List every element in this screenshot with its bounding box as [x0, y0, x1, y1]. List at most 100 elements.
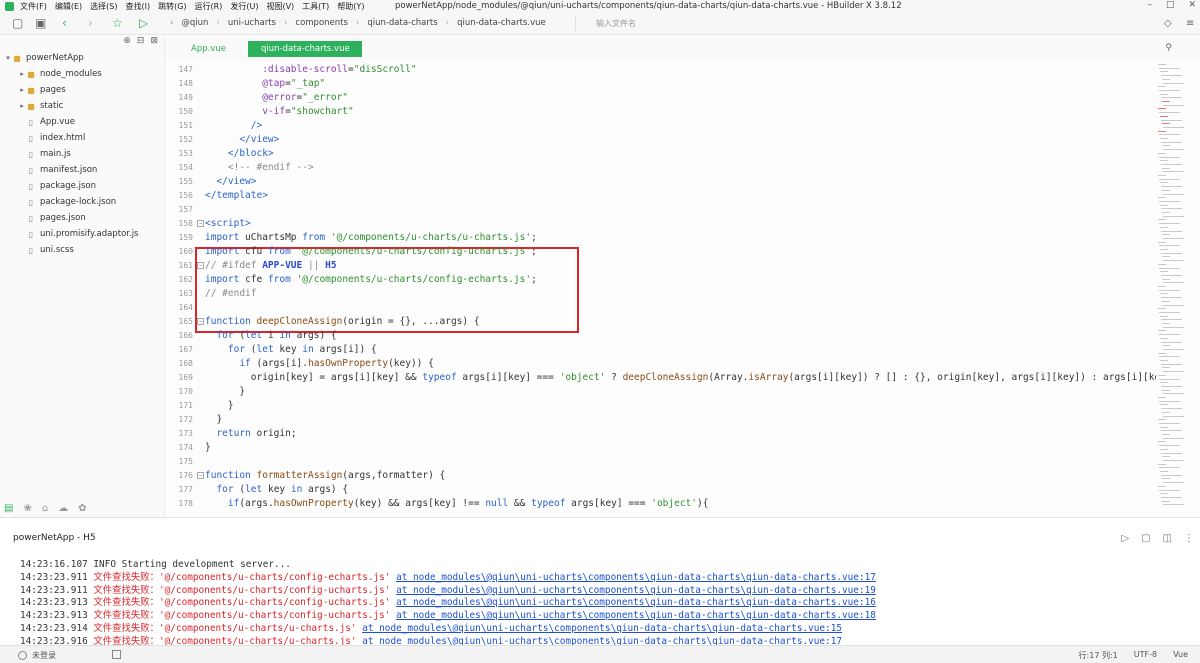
save-icon[interactable]: ▣: [35, 17, 46, 30]
tree-item[interactable]: ▾ ■ powerNetApp: [0, 50, 165, 66]
tree-item[interactable]: ▯ package-lock.json: [0, 194, 165, 210]
code-area[interactable]: 147 :disable-scroll="disScroll" 148 @tap=…: [166, 63, 1156, 517]
chevron-icon[interactable]: ▾: [4, 54, 12, 62]
minimap-line: [1158, 175, 1166, 176]
tree-item[interactable]: ▸ ■ node_modules: [0, 66, 165, 82]
tree-item[interactable]: ▯ package.json: [0, 178, 165, 194]
breadcrumb-item[interactable]: @qiun: [181, 18, 208, 28]
forward-icon[interactable]: ›: [88, 17, 93, 30]
file-encoding[interactable]: UTF-8: [1134, 650, 1157, 661]
breadcrumb-back-icon[interactable]: ‹: [170, 18, 173, 28]
tree-item-label: powerNetApp: [26, 53, 84, 63]
cursor-position[interactable]: 行:17 列:1: [1079, 650, 1118, 661]
code-line: 147 :disable-scroll="disScroll": [166, 63, 1156, 77]
tree-item[interactable]: ▯ manifest.json: [0, 162, 165, 178]
favorite-star-icon[interactable]: ☆: [112, 17, 123, 30]
chevron-icon[interactable]: ▸: [18, 102, 26, 110]
minimap-line: [1162, 278, 1170, 280]
log-source-link[interactable]: at node_modules\@qiun\uni-ucharts\compon…: [396, 610, 876, 621]
fold-toggle-icon[interactable]: −: [197, 318, 204, 325]
clear-console-icon[interactable]: ▢: [1141, 533, 1150, 544]
minimap[interactable]: [1158, 64, 1194, 514]
collapse-icon[interactable]: ⊟: [137, 36, 145, 46]
folder-icon[interactable]: ▤: [4, 503, 13, 514]
menu-item[interactable]: 编辑(E): [55, 1, 82, 12]
login-status[interactable]: 未登录: [18, 650, 56, 661]
tree-item[interactable]: ▸ ■ pages: [0, 82, 165, 98]
log-source-link[interactable]: at node_modules\@qiun\uni-ucharts\compon…: [396, 597, 876, 608]
fold-toggle-icon[interactable]: −: [197, 472, 204, 479]
code-line: 170 }: [166, 385, 1156, 399]
tab-qiun-data-charts-vue[interactable]: qiun-data-charts.vue: [248, 41, 362, 57]
chevron-icon[interactable]: ▸: [18, 70, 26, 78]
close-icon[interactable]: ✕: [1188, 0, 1196, 10]
log-source-link[interactable]: at node_modules\@qiun\uni-ucharts\compon…: [396, 585, 876, 596]
menu-item[interactable]: 运行(R): [195, 1, 223, 12]
line-number: 151: [178, 121, 193, 130]
tree-item[interactable]: ▯ main.js: [0, 146, 165, 162]
breadcrumb-item[interactable]: uni-ucharts: [228, 18, 276, 28]
menu-item[interactable]: 帮助(Y): [337, 1, 364, 12]
file-icon: ▯: [28, 117, 34, 127]
run-icon[interactable]: ▷: [139, 17, 148, 30]
tree-item[interactable]: ▯ pages.json: [0, 210, 165, 226]
breadcrumb-item[interactable]: components: [295, 18, 348, 28]
tree-item[interactable]: ▯ uni.scss: [0, 242, 165, 258]
close-panel-icon[interactable]: ⊠: [150, 36, 158, 46]
log-source-link[interactable]: at node_modules\@qiun\uni-ucharts\compon…: [362, 623, 842, 634]
minimize-icon[interactable]: –: [1147, 0, 1152, 10]
menu-item[interactable]: 工具(T): [302, 1, 329, 12]
line-number: 159: [178, 233, 193, 242]
line-number: 157: [178, 205, 193, 214]
maximize-icon[interactable]: □: [1166, 0, 1175, 10]
menu-item[interactable]: 发行(U): [230, 1, 258, 12]
breadcrumb-item[interactable]: qiun-data-charts: [367, 18, 437, 28]
breadcrumb-item[interactable]: qiun-data-charts.vue: [457, 18, 546, 28]
tree-item[interactable]: ▸ ■ static: [0, 98, 165, 114]
menu-item[interactable]: 选择(S): [90, 1, 117, 12]
locate-icon[interactable]: ⊕: [123, 36, 131, 46]
chevron-icon[interactable]: ▸: [18, 86, 26, 94]
window-controls: – □ ✕: [1147, 0, 1196, 10]
code-token: </view>: [239, 134, 280, 145]
restart-icon[interactable]: ▷: [1121, 533, 1129, 544]
filter-icon[interactable]: ⚲: [1165, 43, 1172, 53]
tree-item[interactable]: ▯ App.vue: [0, 114, 165, 130]
file-search-input[interactable]: [575, 16, 975, 31]
fold-toggle-icon[interactable]: −: [197, 262, 204, 269]
code-line: 163 // #endif: [166, 287, 1156, 301]
code-token: origin[key] = args[i][key] &&: [205, 372, 423, 383]
menu-item[interactable]: 跳转(G): [158, 1, 186, 12]
bell-icon[interactable]: ◇: [1164, 17, 1172, 30]
panel-toggle-icon[interactable]: [112, 650, 121, 659]
fold-toggle-icon[interactable]: −: [197, 220, 204, 227]
code-line: 152 </view>: [166, 133, 1156, 147]
file-language[interactable]: Vue: [1173, 650, 1188, 661]
cloud-icon[interactable]: ☁: [58, 503, 68, 514]
tab-app-vue[interactable]: App.vue: [178, 41, 239, 57]
home-icon[interactable]: ⌂: [42, 503, 48, 514]
menu-item[interactable]: 视图(V): [266, 1, 294, 12]
minimap-line: [1158, 197, 1166, 199]
tree-item-label: uni.promisify.adaptor.js: [40, 229, 139, 239]
minimap-line: [1159, 334, 1180, 336]
code-text: for (let key in args[i]) {: [205, 343, 377, 357]
minimap-line: [1158, 219, 1166, 221]
log-source-link[interactable]: at node_modules\@qiun\uni-ucharts\compon…: [396, 572, 876, 583]
minimap-line: [1163, 193, 1184, 195]
minimap-line: [1160, 426, 1168, 428]
code-token: "_tap": [290, 78, 326, 89]
plugin-icon[interactable]: ❀: [23, 503, 31, 514]
menu-item[interactable]: 文件(F): [20, 1, 47, 12]
menu-icon[interactable]: ≡: [1186, 17, 1194, 30]
settings-icon[interactable]: ✿: [78, 503, 86, 514]
back-icon[interactable]: ‹: [62, 17, 67, 30]
menu-item[interactable]: 查找(I): [125, 1, 150, 12]
new-file-icon[interactable]: ▢: [12, 17, 23, 30]
stop-icon[interactable]: ◫: [1163, 533, 1172, 544]
tree-item[interactable]: ▯ uni.promisify.adaptor.js: [0, 226, 165, 242]
more-icon[interactable]: ⋮: [1184, 533, 1194, 544]
tree-item[interactable]: ▯ index.html: [0, 130, 165, 146]
tree-item-label: App.vue: [40, 117, 75, 127]
minimap-line: [1158, 130, 1166, 132]
